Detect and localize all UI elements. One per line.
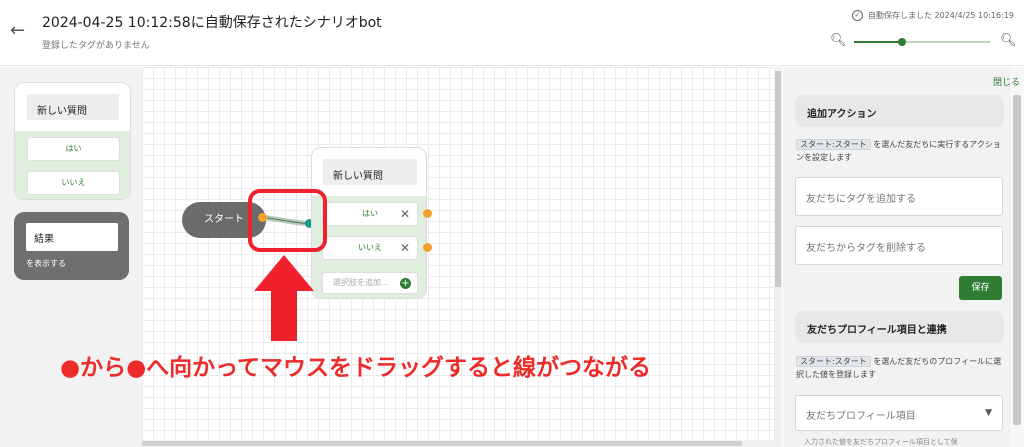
- instruction-annotation: ●から●へ向かってマウスをドラッグすると線がつながる: [60, 355, 651, 381]
- profile-select-placeholder: 友だちプロフィール項目: [806, 411, 916, 422]
- zoom-control: 🔍︎ 🔍︎: [828, 33, 1018, 49]
- add-option-input[interactable]: 選択肢を追加... +: [322, 272, 418, 294]
- add-option-placeholder: 選択肢を追加...: [333, 278, 389, 287]
- tag-status: 登録したタグがありません: [42, 41, 150, 51]
- section-title-actions: 追加アクション: [795, 95, 1004, 127]
- scrollbar-thumb[interactable]: [1013, 95, 1021, 425]
- option-yes-label: はい: [362, 209, 378, 218]
- start-chip: スタート:スタート: [796, 356, 871, 367]
- field-hint: 入力された値を友だちプロフィール項目として保: [804, 438, 958, 446]
- option-no-label: いいえ: [358, 243, 382, 252]
- profile-item-select[interactable]: 友だちプロフィール項目 ▼: [795, 395, 1003, 431]
- highlight-box: [248, 189, 327, 252]
- question-node-title[interactable]: 新しい質問: [323, 159, 417, 185]
- palette-question-title: 新しい質問: [27, 94, 119, 120]
- question-node[interactable]: 新しい質問 はい ✕ いいえ ✕ 選択肢を追加... +: [311, 147, 427, 299]
- section-description: スタート:スタート を選んだ友だちに実行するアクションを設定します: [796, 138, 1002, 164]
- close-panel-link[interactable]: 閉じる: [993, 75, 1020, 88]
- section-title-profile: 友だちプロフィール項目と連携: [795, 311, 1004, 343]
- option-yes-output-port[interactable]: [423, 209, 432, 218]
- palette-question-card[interactable]: 新しい質問 はい いいえ: [14, 82, 131, 200]
- autosave-status: ✓ 自動保存しました 2024/4/25 10:16:19: [851, 10, 1014, 21]
- panel-scrollbar[interactable]: [1010, 67, 1024, 447]
- autosave-text: 自動保存しました 2024/4/25 10:16:19: [867, 11, 1014, 20]
- result-title: 結果: [26, 223, 118, 251]
- remove-tag-field[interactable]: 友だちからタグを削除する: [795, 226, 1003, 265]
- palette-question-header: 新しい質問: [15, 83, 130, 131]
- close-icon[interactable]: ✕: [400, 237, 410, 259]
- option-no-output-port[interactable]: [423, 243, 432, 252]
- result-description: を表示する: [26, 259, 66, 268]
- canvas-vertical-scrollbar[interactable]: [774, 67, 782, 447]
- arrow-up-icon: [254, 255, 314, 341]
- option-yes[interactable]: はい ✕: [322, 202, 418, 226]
- start-chip: スタート:スタート: [796, 139, 871, 150]
- scrollbar-thumb[interactable]: [775, 71, 781, 287]
- scrollbar-thumb[interactable]: [142, 441, 742, 446]
- question-node-header: 新しい質問: [312, 148, 426, 196]
- save-button[interactable]: 保存: [959, 276, 1002, 300]
- zoom-slider-fill: [854, 41, 902, 43]
- question-node-options: はい ✕ いいえ ✕ 選択肢を追加... +: [312, 196, 426, 298]
- zoom-out-icon[interactable]: 🔍︎: [830, 33, 847, 48]
- flow-canvas[interactable]: [142, 67, 782, 447]
- zoom-slider-thumb[interactable]: [897, 38, 906, 46]
- header-bar: ← 2024-04-25 10:12:58に自動保存されたシナリオbot 登録し…: [0, 0, 1024, 66]
- palette-option-no: いいえ: [27, 171, 120, 195]
- palette-result-card[interactable]: 結果 を表示する: [14, 212, 129, 280]
- zoom-in-icon[interactable]: 🔍︎: [1000, 33, 1017, 48]
- zoom-slider[interactable]: [854, 38, 990, 46]
- check-circle-icon: ✓: [851, 10, 863, 21]
- add-tag-field[interactable]: 友だちにタグを追加する: [795, 177, 1003, 216]
- option-no[interactable]: いいえ ✕: [322, 236, 418, 260]
- canvas-horizontal-scrollbar[interactable]: [142, 440, 774, 447]
- page-title: 2024-04-25 10:12:58に自動保存されたシナリオbot: [42, 15, 382, 31]
- section-description: スタート:スタート を選んだ友だちのプロフィールに選択した値を登録します: [796, 355, 1002, 381]
- chevron-down-icon: ▼: [985, 408, 992, 418]
- palette-question-options: はい いいえ: [15, 131, 130, 199]
- close-icon[interactable]: ✕: [400, 203, 410, 225]
- palette-option-yes: はい: [27, 137, 120, 161]
- arrow-left-icon[interactable]: ←: [10, 20, 25, 41]
- plus-icon[interactable]: +: [400, 278, 411, 289]
